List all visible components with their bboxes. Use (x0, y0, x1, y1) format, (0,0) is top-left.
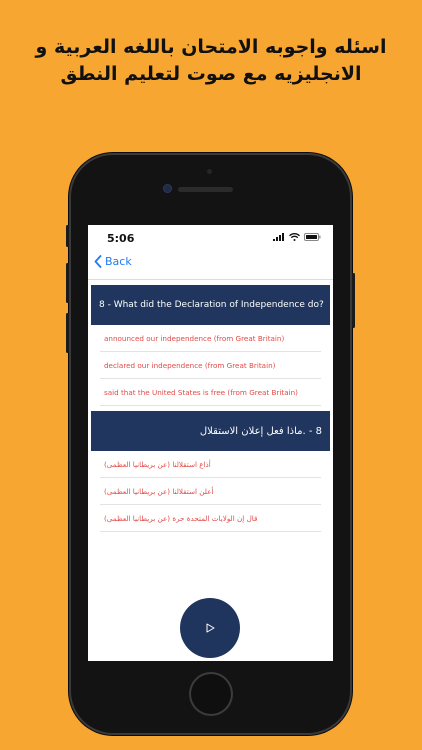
back-button[interactable]: Back (94, 255, 132, 268)
app-screen: 5:06 Back 8 - What did the Declaration o… (88, 225, 333, 661)
chevron-left-icon (94, 255, 102, 268)
front-camera (163, 184, 172, 193)
question-english: 8 - What did the Declaration of Independ… (91, 285, 330, 325)
answer-item[interactable]: declared our independence (from Great Br… (100, 352, 321, 379)
answer-item[interactable]: said that the United States is free (fro… (100, 379, 321, 406)
battery-icon (304, 233, 321, 241)
navigation-bar: Back (88, 249, 333, 280)
answer-item[interactable]: أعلن استقلالنا (عن بريطانيا العظمى) (100, 478, 321, 505)
headline-line-1: اسئله واجوبه الامتحان باللغه العربية و (35, 36, 387, 58)
status-time: 5:06 (107, 232, 135, 245)
volume-down-button (66, 313, 69, 353)
answers-english: announced our independence (from Great B… (100, 325, 321, 406)
earpiece-speaker (178, 187, 233, 192)
wifi-icon (289, 233, 300, 241)
answer-item[interactable]: announced our independence (from Great B… (100, 325, 321, 352)
answers-arabic: أذاع استقلالنا (عن بريطانيا العظمى) أعلن… (100, 451, 321, 532)
play-icon (206, 623, 214, 633)
question-arabic: 8 - .ماذا فعل إعلان الاستقلال (91, 411, 330, 451)
answer-item[interactable]: أذاع استقلالنا (عن بريطانيا العظمى) (100, 451, 321, 478)
power-button (352, 273, 355, 328)
qa-content: 8 - What did the Declaration of Independ… (88, 280, 333, 532)
silent-switch (66, 225, 69, 247)
phone-frame: 5:06 Back 8 - What did the Declaration o… (66, 153, 355, 735)
status-bar: 5:06 (88, 225, 333, 249)
signal-icon (273, 233, 284, 241)
headline-line-2: الانجليزيه مع صوت لتعليم النطق (60, 63, 362, 85)
back-label: Back (105, 255, 132, 268)
play-button[interactable] (180, 598, 240, 658)
answer-item[interactable]: قال إن الولايات المتحدة حرة (عن بريطانيا… (100, 505, 321, 532)
proximity-sensor (207, 169, 212, 174)
volume-up-button (66, 263, 69, 303)
home-button[interactable] (189, 672, 233, 716)
promo-headline: اسئله واجوبه الامتحان باللغه العربية و ا… (0, 34, 422, 88)
